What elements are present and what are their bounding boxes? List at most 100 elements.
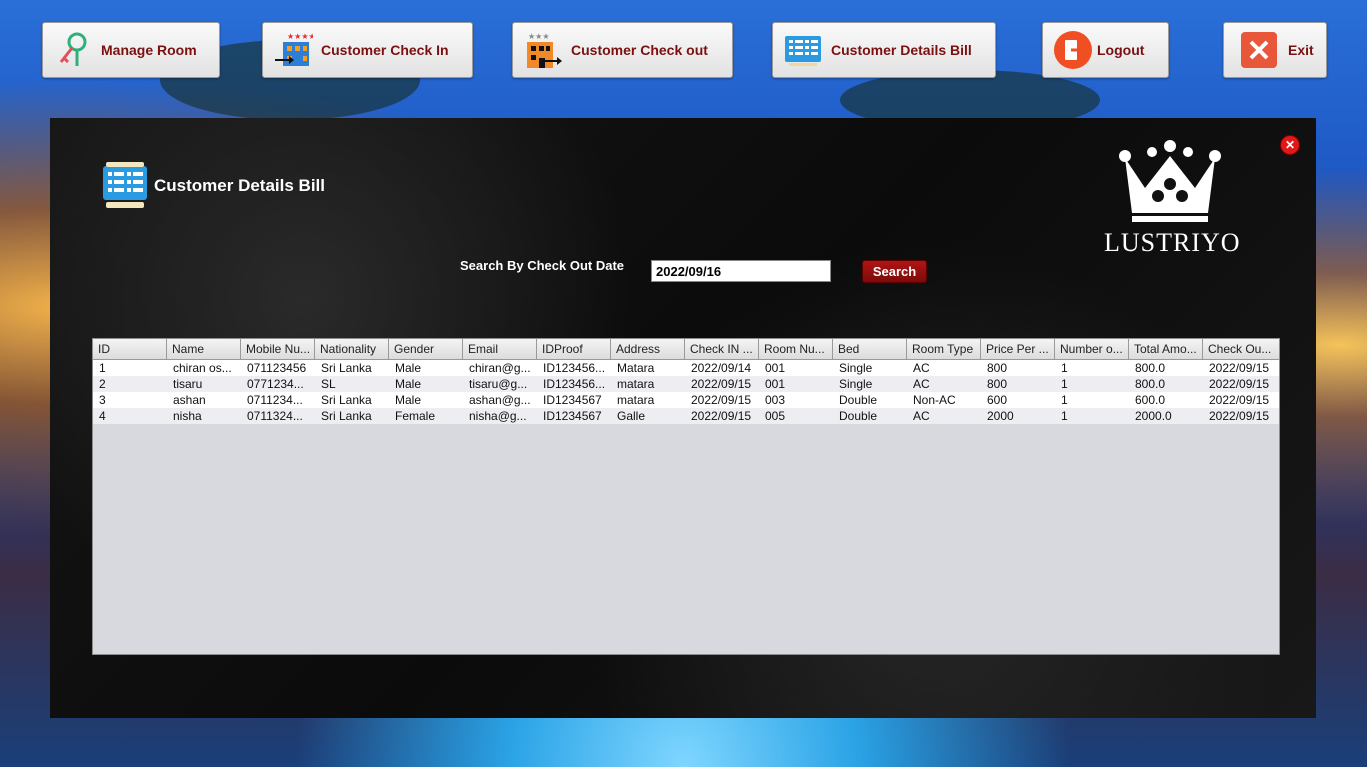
table-cell: 800 (987, 377, 1008, 391)
customer-details-bill-button[interactable]: Customer Details Bill (772, 22, 996, 78)
table-cell: AC (913, 361, 930, 375)
table-cell: 1 (1061, 361, 1068, 375)
column-header[interactable]: Email (463, 339, 537, 359)
table-cell: ashan@g... (469, 393, 531, 407)
table-cell: 0771234... (247, 377, 304, 391)
logout-label: Logout (1097, 42, 1145, 58)
table-cell: 2 (99, 377, 106, 391)
manage-room-button[interactable]: Manage Room (42, 22, 220, 78)
customer-check-in-button[interactable]: ★★★★ Customer Check In (262, 22, 473, 78)
table-cell: Single (839, 361, 873, 375)
table-cell: Double (839, 393, 878, 407)
column-header[interactable]: Mobile Nu... (241, 339, 315, 359)
table-cell: 1 (1061, 409, 1068, 423)
table-cell: 2022/09/14 (691, 361, 752, 375)
column-header[interactable]: Number o... (1055, 339, 1129, 359)
table-cell: 0711324... (247, 409, 303, 423)
table-cell: 2000 (987, 409, 1014, 423)
table-cell: 1 (1061, 393, 1068, 407)
table-cell: Female (395, 409, 436, 423)
column-header[interactable]: Total Amo... (1129, 339, 1203, 359)
checkout-date-input[interactable] (651, 260, 831, 282)
table-cell: ID123456... (543, 361, 606, 375)
hotel-check-out-icon: ★★★ (523, 30, 563, 70)
table-cell: 2022/09/15 (1209, 377, 1270, 391)
exit-button[interactable]: Exit (1223, 22, 1327, 78)
logout-icon (1053, 30, 1093, 70)
bill-list-icon (783, 30, 823, 70)
table-cell: matara (617, 393, 655, 407)
table-cell: AC (913, 377, 930, 391)
column-header[interactable]: Room Nu... (759, 339, 833, 359)
column-header[interactable]: Nationality (315, 339, 389, 359)
table-cell: Sri Lanka (321, 393, 372, 407)
table-cell: chiran os... (173, 361, 232, 375)
table-cell: Male (395, 361, 422, 375)
customer-details-bill-label: Customer Details Bill (831, 42, 972, 58)
table-cell: 2022/09/15 (691, 393, 752, 407)
table-cell: 2022/09/15 (691, 409, 752, 423)
table-cell: matara (617, 377, 655, 391)
table-cell: 001 (765, 361, 786, 375)
table-cell: 2022/09/15 (1209, 361, 1270, 375)
table-row[interactable]: 1 chiran os... 071123456 Sri Lanka Male … (93, 360, 1279, 376)
logo-text: LUSTRIYO (1104, 228, 1241, 257)
logout-button[interactable]: Logout (1042, 22, 1169, 78)
table-cell: 3 (99, 393, 106, 407)
table-cell: 001 (765, 377, 786, 391)
table-cell: Male (395, 393, 422, 407)
column-header[interactable]: Check IN ... (685, 339, 759, 359)
table-cell: 1 (99, 361, 106, 375)
exit-icon (1240, 31, 1278, 69)
table-row[interactable]: 2 tisaru 0771234... SL Male tisaru@g... … (93, 376, 1279, 392)
table-cell: Double (839, 409, 878, 423)
table-cell: 800.0 (1135, 377, 1166, 391)
table-row[interactable]: 3 ashan 0711234... Sri Lanka Male ashan@… (93, 392, 1279, 408)
column-header[interactable]: ID (93, 339, 167, 359)
table-cell: Sri Lanka (321, 409, 372, 423)
customer-check-out-button[interactable]: ★★★ Customer Check out (512, 22, 733, 78)
table-cell: 4 (99, 409, 106, 423)
table-cell: 800.0 (1135, 361, 1166, 375)
table-cell: nisha@g... (469, 409, 527, 423)
table-row[interactable]: 4 nisha 0711324... Sri Lanka Female nish… (93, 408, 1279, 424)
table-cell: 0711234... (247, 393, 303, 407)
search-by-date-label: Search By Check Out Date (460, 258, 625, 273)
search-button[interactable]: Search (862, 260, 927, 283)
table-cell: 800 (987, 361, 1008, 375)
column-header[interactable]: Bed (833, 339, 907, 359)
column-header[interactable]: Gender (389, 339, 463, 359)
table-cell: Galle (617, 409, 646, 423)
hotel-check-in-icon: ★★★★ (273, 30, 316, 70)
panel-title: Customer Details Bill (154, 176, 325, 195)
column-header[interactable]: IDProof (537, 339, 611, 359)
bill-table: ID Name Mobile Nu... Nationality Gender … (92, 338, 1280, 655)
table-cell: ashan (173, 393, 206, 407)
column-header[interactable]: Check Ou... (1203, 339, 1277, 359)
table-cell: Single (839, 377, 873, 391)
table-cell: chiran@g... (469, 361, 531, 375)
customer-check-in-label: Customer Check In (321, 42, 449, 58)
table-cell: AC (913, 409, 930, 423)
table-cell: 003 (765, 393, 786, 407)
table-cell: 2022/09/15 (1209, 409, 1270, 423)
customer-details-bill-panel: ✕ Customer Details Bill LUSTRIYO Search … (50, 118, 1316, 718)
table-cell: ID1234567 (543, 409, 602, 423)
column-header[interactable]: Address (611, 339, 685, 359)
table-cell: Matara (617, 361, 655, 375)
table-cell: ID123456... (543, 377, 606, 391)
close-icon[interactable]: ✕ (1280, 135, 1300, 155)
column-header[interactable]: Room Type (907, 339, 981, 359)
svg-text:★★★★: ★★★★ (287, 32, 313, 41)
exit-label: Exit (1288, 42, 1314, 58)
table-cell: 005 (765, 409, 786, 423)
key-icon (53, 30, 93, 70)
table-cell: tisaru@g... (469, 377, 528, 391)
column-header[interactable]: Price Per ... (981, 339, 1055, 359)
table-cell: 600.0 (1135, 393, 1166, 407)
table-cell: 600 (987, 393, 1008, 407)
table-cell: 2022/09/15 (1209, 393, 1270, 407)
table-cell: 071123456 (247, 361, 307, 375)
table-cell: ID1234567 (543, 393, 602, 407)
column-header[interactable]: Name (167, 339, 241, 359)
